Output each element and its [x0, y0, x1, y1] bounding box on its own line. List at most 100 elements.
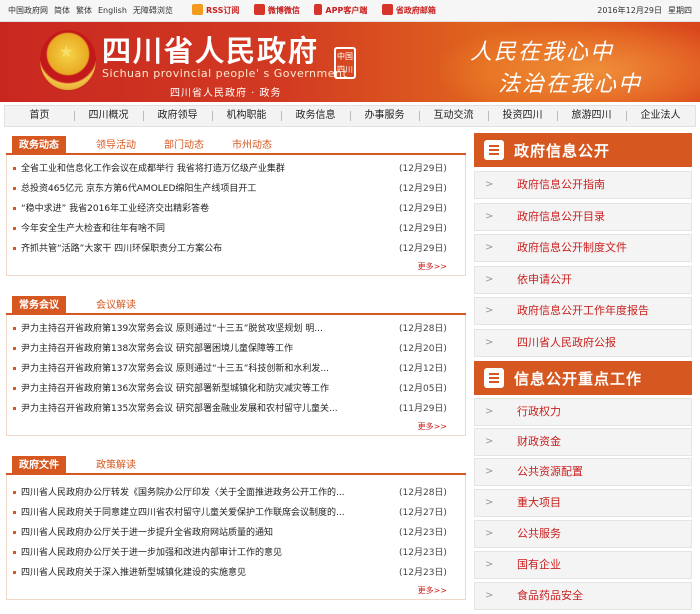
- list-item[interactable]: 今年安全生产大检查和往年有啥不同 (12月29日): [7, 219, 465, 239]
- list-item[interactable]: 四川省人民政府办公厅转发《国务院办公厅印发〈关于全面推进政务公开工作的... (1…: [7, 483, 465, 503]
- tab-leader-activities[interactable]: 领导活动: [96, 136, 136, 155]
- nav-institutions[interactable]: 机构职能: [212, 106, 281, 126]
- panel-link[interactable]: > 四川省人民政府公报: [474, 329, 692, 357]
- panel-link-label[interactable]: 政府信息公开目录: [517, 204, 605, 230]
- panel-link[interactable]: > 依申请公开: [474, 266, 692, 294]
- tab-gov-news[interactable]: 政务动态: [12, 136, 66, 155]
- panel-link-label[interactable]: 公共资源配置: [517, 459, 583, 485]
- weibo-link[interactable]: 微博微信: [253, 4, 300, 15]
- panel-link-label[interactable]: 重大项目: [517, 490, 561, 516]
- section-executive-meetings: 常务会议 会议解读 尹力主持召开省政府第139次常务会议 原则通过“十三五”脱贫…: [6, 293, 466, 436]
- list-item[interactable]: 四川省人民政府办公厅关于进一步加强和改进内部审计工作的意见 (12月23日): [7, 543, 465, 563]
- item-title[interactable]: 今年安全生产大检查和往年有啥不同: [21, 219, 373, 239]
- item-title[interactable]: 尹力主持召开省政府第139次常务会议 原则通过“十三五”脱贫攻坚规划 明...: [21, 319, 373, 339]
- list-item[interactable]: 尹力主持召开省政府第136次常务会议 研究部署新型城镇化和防灾减灾等工作 (12月…: [7, 379, 465, 399]
- accessibility-link[interactable]: 无障碍浏览: [133, 6, 173, 15]
- panel-link[interactable]: > 政府信息公开目录: [474, 203, 692, 231]
- item-date: (11月29日): [399, 404, 447, 414]
- nav-invest[interactable]: 投资四川: [488, 106, 557, 126]
- section-header: 政务动态 领导活动 部门动态 市州动态: [6, 133, 466, 155]
- nav-services[interactable]: 办事服务: [350, 106, 419, 126]
- rss-icon: [192, 4, 203, 15]
- list-item[interactable]: 总投资465亿元 京东方第6代AMOLED绵阳生产线项目开工 (12月29日): [7, 179, 465, 199]
- panel-link-label[interactable]: 政府信息公开制度文件: [517, 235, 627, 261]
- tab-gov-documents[interactable]: 政府文件: [12, 456, 66, 475]
- bullet-icon: [13, 531, 16, 534]
- item-title[interactable]: 四川省人民政府办公厅转发《国务院办公厅印发〈关于全面推进政务公开工作的...: [21, 483, 373, 503]
- panel-link-label[interactable]: 行政权力: [517, 399, 561, 425]
- panel-link[interactable]: > 政府信息公开指南: [474, 171, 692, 199]
- more-link[interactable]: 更多>>: [7, 259, 465, 275]
- list-item[interactable]: 尹力主持召开省政府第135次常务会议 研究部署金融业发展和农村留守儿童关... (…: [7, 399, 465, 419]
- panel-link-label[interactable]: 政府信息公开工作年度报告: [517, 298, 649, 324]
- mail-link[interactable]: 省政府邮箱: [381, 4, 436, 15]
- panel-link-label[interactable]: 财政资金: [517, 429, 561, 455]
- bullet-icon: [13, 551, 16, 554]
- list-item[interactable]: 四川省人民政府关于深入推进新型城镇化建设的实施意见 (12月23日): [7, 563, 465, 583]
- simplified-link[interactable]: 简体: [54, 6, 70, 15]
- tab-city-news[interactable]: 市州动态: [232, 136, 272, 155]
- panel-link[interactable]: > 重大项目: [474, 489, 692, 517]
- item-title[interactable]: 尹力主持召开省政府第136次常务会议 研究部署新型城镇化和防灾减灾等工作: [21, 379, 373, 399]
- panel-link[interactable]: > 国有企业: [474, 551, 692, 579]
- panel-link[interactable]: > 行政权力: [474, 398, 692, 426]
- list-item[interactable]: 四川省人民政府办公厅关于进一步提升全省政府网站质量的通知 (12月23日): [7, 523, 465, 543]
- panel-link[interactable]: > 政府信息公开制度文件: [474, 234, 692, 262]
- item-title[interactable]: 尹力主持召开省政府第135次常务会议 研究部署金融业发展和农村留守儿童关...: [21, 399, 373, 419]
- item-title[interactable]: 四川省人民政府办公厅关于进一步加强和改进内部审计工作的意见: [21, 543, 373, 563]
- panel-link-label[interactable]: 四川省人民政府公报: [517, 330, 616, 356]
- panel-link-label[interactable]: 依申请公开: [517, 267, 572, 293]
- item-title[interactable]: 总投资465亿元 京东方第6代AMOLED绵阳生产线项目开工: [21, 179, 373, 199]
- panel-link[interactable]: > 公共资源配置: [474, 458, 692, 486]
- panel-link[interactable]: > 公共服务: [474, 520, 692, 548]
- list-item[interactable]: 全省工业和信息化工作会议在成都举行 我省将打造万亿级产业集群 (12月29日): [7, 159, 465, 179]
- item-date: (12月23日): [399, 568, 447, 578]
- traditional-link[interactable]: 繁体: [76, 6, 92, 15]
- panel-link-label[interactable]: 政府信息公开指南: [517, 172, 605, 198]
- item-title[interactable]: 四川省人民政府关于同意建立四川省农村留守儿童关爱保护工作联席会议制度的...: [21, 503, 373, 523]
- news-list: 四川省人民政府办公厅转发《国务院办公厅印发〈关于全面推进政务公开工作的... (1…: [6, 475, 466, 600]
- item-title[interactable]: “稳中求进” 我省2016年工业经济交出精彩答卷: [21, 199, 373, 219]
- nav-tourism[interactable]: 旅游四川: [557, 106, 626, 126]
- rss-link[interactable]: RSS订阅: [192, 4, 239, 15]
- item-title[interactable]: 四川省人民政府办公厅关于进一步提升全省政府网站质量的通知: [21, 523, 373, 543]
- nav-enterprise[interactable]: 企业法人: [626, 106, 695, 126]
- date-text: 2016年12月29日: [597, 6, 662, 15]
- english-link[interactable]: English: [98, 6, 127, 15]
- item-title[interactable]: 尹力主持召开省政府第138次常务会议 研究部署困境儿童保障等工作: [21, 339, 373, 359]
- list-item[interactable]: 齐抓共管“活路”大家干 四川环保职责分工方案公布 (12月29日): [7, 239, 465, 259]
- nav-leaders[interactable]: 政府领导: [143, 106, 212, 126]
- list-item[interactable]: 尹力主持召开省政府第139次常务会议 原则通过“十三五”脱贫攻坚规划 明... (…: [7, 319, 465, 339]
- panel-title: 政府信息公开: [514, 142, 611, 160]
- app-link[interactable]: APP客户端: [314, 4, 367, 15]
- more-link[interactable]: 更多>>: [7, 419, 465, 435]
- more-link[interactable]: 更多>>: [7, 583, 465, 599]
- list-item[interactable]: 四川省人民政府关于同意建立四川省农村留守儿童关爱保护工作联席会议制度的... (1…: [7, 503, 465, 523]
- list-item[interactable]: “稳中求进” 我省2016年工业经济交出精彩答卷 (12月29日): [7, 199, 465, 219]
- item-title[interactable]: 四川省人民政府关于深入推进新型城镇化建设的实施意见: [21, 563, 373, 583]
- panel-link[interactable]: > 政府信息公开工作年度报告: [474, 297, 692, 325]
- panel-link[interactable]: > 财政资金: [474, 428, 692, 456]
- gov-link[interactable]: 中国政府网: [8, 6, 48, 15]
- nav-overview[interactable]: 四川概况: [74, 106, 143, 126]
- panel-link-label[interactable]: 国有企业: [517, 552, 561, 578]
- list-item[interactable]: 尹力主持召开省政府第137次常务会议 原则通过“十三五”科技创新和水利发... (…: [7, 359, 465, 379]
- panel-link[interactable]: > 食品药品安全: [474, 582, 692, 610]
- nav-interaction[interactable]: 互动交流: [419, 106, 488, 126]
- tab-executive-meetings[interactable]: 常务会议: [12, 296, 66, 315]
- site-title[interactable]: 四川省人民政府: [102, 28, 319, 70]
- panel-link-label[interactable]: 食品药品安全: [517, 583, 583, 609]
- item-title[interactable]: 尹力主持召开省政府第137次常务会议 原则通过“十三五”科技创新和水利发...: [21, 359, 373, 379]
- item-title[interactable]: 齐抓共管“活路”大家干 四川环保职责分工方案公布: [21, 239, 373, 259]
- nav-gov-info[interactable]: 政务信息: [281, 106, 350, 126]
- bullet-icon: [13, 327, 16, 330]
- item-date: (12月29日): [399, 244, 447, 254]
- tab-policy-interpretation[interactable]: 政策解读: [96, 456, 136, 475]
- item-title[interactable]: 全省工业和信息化工作会议在成都举行 我省将打造万亿级产业集群: [21, 159, 373, 179]
- tab-meeting-interpretation[interactable]: 会议解读: [96, 296, 136, 315]
- list-item[interactable]: 尹力主持召开省政府第138次常务会议 研究部署困境儿童保障等工作 (12月20日): [7, 339, 465, 359]
- panel-link-label[interactable]: 公共服务: [517, 521, 561, 547]
- tab-dept-news[interactable]: 部门动态: [164, 136, 204, 155]
- nav-home[interactable]: 首页: [5, 106, 74, 126]
- section-header: 常务会议 会议解读: [6, 293, 466, 315]
